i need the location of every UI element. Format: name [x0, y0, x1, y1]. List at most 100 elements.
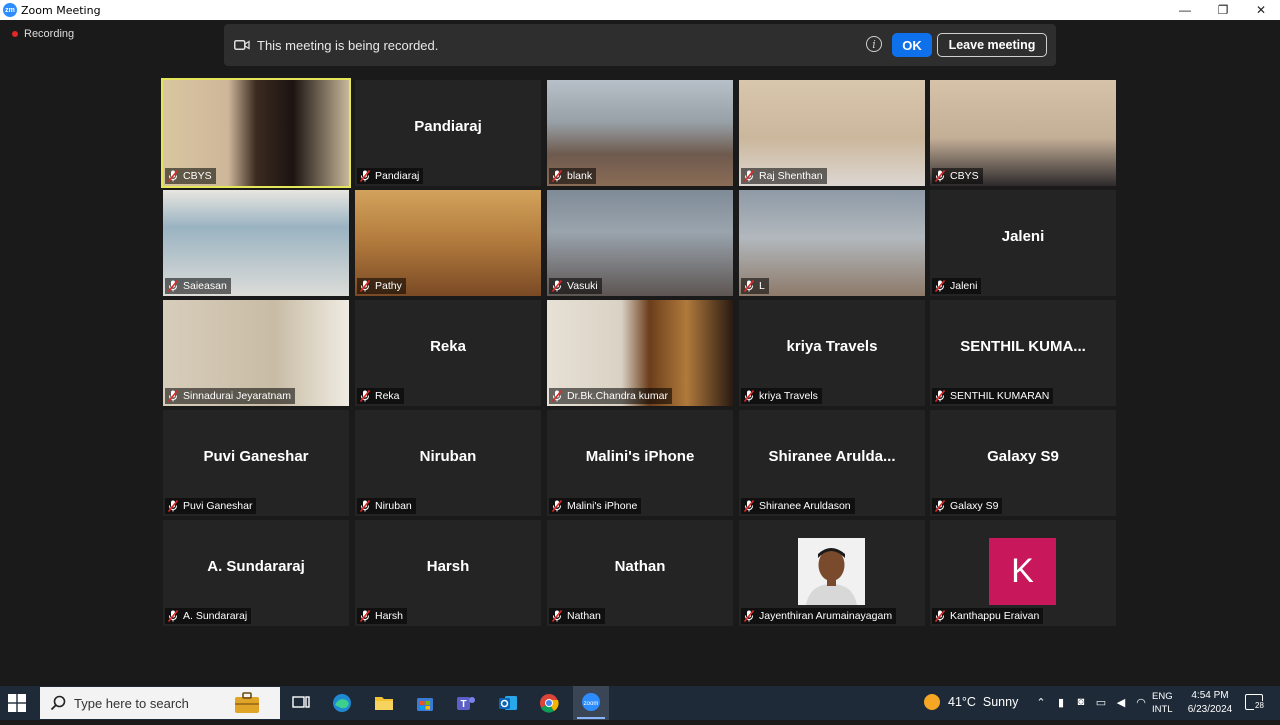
- participant-tile[interactable]: Nathan Nathan: [547, 520, 733, 626]
- participant-tile[interactable]: CBYS: [161, 78, 351, 188]
- language-line2: INTL: [1152, 704, 1173, 715]
- participant-tile[interactable]: Puvi Ganeshar Puvi Ganeshar: [163, 410, 349, 516]
- participant-display-name: Harsh: [426, 558, 470, 575]
- clock-time: 4:54 PM: [1191, 690, 1229, 701]
- sun-icon: [924, 694, 940, 710]
- participant-tile[interactable]: CBYS: [930, 80, 1116, 186]
- participant-name-text: L: [759, 280, 765, 292]
- webcam-icon[interactable]: ◙: [1074, 696, 1088, 709]
- participant-tile[interactable]: Shiranee Arulda... Shiranee Aruldason: [739, 410, 925, 516]
- close-button[interactable]: ✕: [1242, 0, 1280, 20]
- participant-tile[interactable]: Jayenthiran Arumainayagam: [739, 520, 925, 626]
- outlook-icon[interactable]: [497, 692, 519, 714]
- recording-indicator[interactable]: Recording: [12, 28, 74, 40]
- minimize-button[interactable]: —: [1166, 0, 1204, 20]
- windows-start-icon[interactable]: [8, 694, 26, 712]
- participant-name-label: Kanthappu Eraivan: [932, 608, 1044, 624]
- wifi-icon[interactable]: ◠: [1134, 696, 1148, 709]
- microphone-muted-icon: [167, 169, 179, 183]
- leave-meeting-button[interactable]: Leave meeting: [937, 33, 1047, 57]
- participant-name-text: Saieasan: [183, 280, 227, 292]
- participant-tile[interactable]: Pandiaraj Pandiaraj: [355, 80, 541, 186]
- microphone-muted-icon: [167, 279, 179, 293]
- file-explorer-icon[interactable]: [373, 692, 395, 714]
- participant-name-label: Reka: [357, 388, 404, 404]
- task-view-icon[interactable]: [290, 692, 312, 714]
- microphone-muted-icon: [167, 389, 179, 403]
- microphone-muted-icon: [743, 169, 755, 183]
- microphone-muted-icon: [167, 609, 179, 623]
- participant-name-label: Shiranee Aruldason: [741, 498, 855, 514]
- edge-browser-icon[interactable]: [331, 692, 353, 714]
- participant-name-label: CBYS: [932, 168, 983, 184]
- participant-tile[interactable]: Galaxy S9 Galaxy S9: [930, 410, 1116, 516]
- search-placeholder: Type here to search: [74, 695, 189, 711]
- microphone-muted-icon: [934, 389, 946, 403]
- language-line1: ENG: [1152, 691, 1173, 702]
- participant-display-name: SENTHIL KUMA...: [960, 338, 1086, 355]
- ok-button[interactable]: OK: [892, 33, 932, 57]
- chevron-up-icon[interactable]: ⌃: [1034, 696, 1048, 709]
- participant-tile[interactable]: K Kanthappu Eraivan: [930, 520, 1116, 626]
- participant-tile[interactable]: Harsh Harsh: [355, 520, 541, 626]
- participant-name-label: Nathan: [549, 608, 605, 624]
- restore-button[interactable]: ❐: [1204, 0, 1242, 20]
- microphone-muted-icon: [743, 389, 755, 403]
- participant-name-label: Niruban: [357, 498, 416, 514]
- participant-name-text: Reka: [375, 390, 400, 402]
- participant-tile[interactable]: Pathy: [355, 190, 541, 296]
- clock-date: 6/23/2024: [1187, 704, 1233, 715]
- participant-name-text: Niruban: [375, 500, 412, 512]
- participant-display-name: Nathan: [614, 558, 666, 575]
- participant-tile[interactable]: A. Sundararaj A. Sundararaj: [163, 520, 349, 626]
- zoom-logo-text: zm: [5, 6, 15, 14]
- svg-text:zoom: zoom: [584, 701, 599, 707]
- teams-icon[interactable]: T: [455, 692, 477, 714]
- participant-tile[interactable]: Reka Reka: [355, 300, 541, 406]
- participant-name-text: Pathy: [375, 280, 402, 292]
- participant-tile[interactable]: blank: [547, 80, 733, 186]
- participant-name-text: A. Sundararaj: [183, 610, 248, 622]
- participant-tile[interactable]: Sinnadurai Jeyaratnam: [163, 300, 349, 406]
- microphone-icon[interactable]: ▮: [1054, 696, 1068, 709]
- participant-name-text: kriya Travels: [759, 390, 818, 402]
- participant-name-label: Jaleni: [932, 278, 982, 294]
- participant-name-text: Dr.Bk.Chandra kumar: [567, 390, 668, 402]
- participant-tile[interactable]: SENTHIL KUMA... SENTHIL KUMARAN: [930, 300, 1116, 406]
- participant-tile[interactable]: L: [739, 190, 925, 296]
- participant-tile[interactable]: Dr.Bk.Chandra kumar: [547, 300, 733, 406]
- recording-notice-text: This meeting is being recorded.: [257, 37, 439, 53]
- participant-name-text: Harsh: [375, 610, 404, 622]
- microphone-muted-icon: [743, 609, 755, 623]
- battery-icon[interactable]: ▭: [1094, 696, 1108, 709]
- speaker-icon[interactable]: ◀: [1114, 696, 1128, 709]
- language-indicator[interactable]: ENG INTL: [1152, 690, 1173, 716]
- zoom-taskbar-icon[interactable]: zoom: [573, 686, 609, 720]
- participant-name-label: Harsh: [357, 608, 408, 624]
- microphone-muted-icon: [359, 499, 371, 513]
- weather-widget[interactable]: 41°C Sunny: [924, 694, 1018, 710]
- chrome-icon[interactable]: [538, 692, 560, 714]
- participant-name-text: Jaleni: [950, 280, 978, 292]
- participant-name-text: Nathan: [567, 610, 601, 622]
- clock[interactable]: 4:54 PM 6/23/2024: [1184, 689, 1236, 717]
- participant-tile[interactable]: Niruban Niruban: [355, 410, 541, 516]
- avatar: [798, 538, 865, 605]
- participant-tile[interactable]: Jaleni Jaleni: [930, 190, 1116, 296]
- participant-tile[interactable]: Malini's iPhone Malini's iPhone: [547, 410, 733, 516]
- weather-temp: 41°C: [948, 695, 976, 709]
- microphone-muted-icon: [551, 169, 563, 183]
- participant-name-label: Vasuki: [549, 278, 602, 294]
- window-title-bar: zm Zoom Meeting — ❐ ✕: [0, 0, 1280, 20]
- participant-display-name: Malini's iPhone: [585, 448, 695, 465]
- windows-taskbar: Type here to search T zoom 41°C Sunny ⌃ …: [0, 686, 1280, 720]
- participant-tile[interactable]: Raj Shenthan: [739, 80, 925, 186]
- participant-name-text: Kanthappu Eraivan: [950, 610, 1040, 622]
- microsoft-store-icon[interactable]: [414, 692, 436, 714]
- briefcase-icon[interactable]: [233, 691, 261, 715]
- participant-tile[interactable]: Vasuki: [547, 190, 733, 296]
- participant-tile[interactable]: Saieasan: [163, 190, 349, 296]
- participant-tile[interactable]: kriya Travels kriya Travels: [739, 300, 925, 406]
- info-icon[interactable]: i: [866, 36, 882, 52]
- participant-display-name: kriya Travels: [786, 338, 878, 355]
